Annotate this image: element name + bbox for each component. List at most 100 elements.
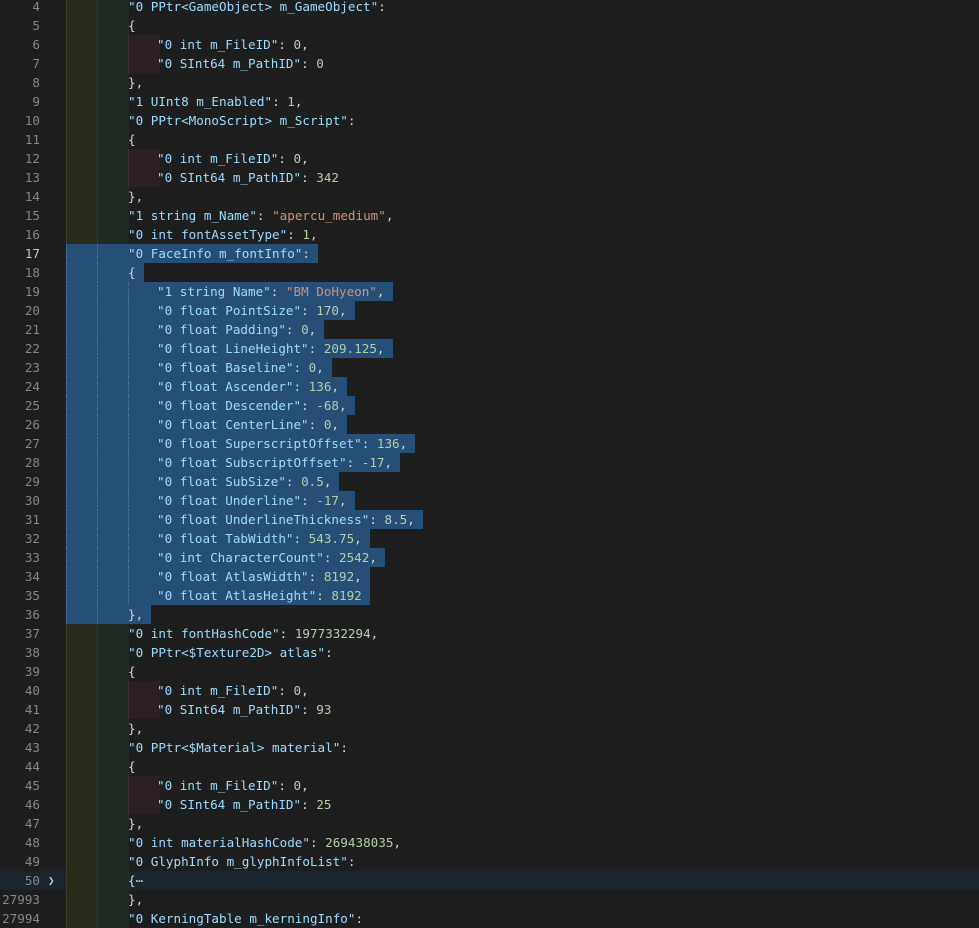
line-number[interactable]: 24 [0,377,40,396]
line-number[interactable]: 15 [0,206,40,225]
line-number[interactable]: 36 [0,605,40,624]
line-number[interactable]: 8 [0,73,40,92]
line-number[interactable]: 33 [0,548,40,567]
line-number[interactable]: 28 [0,453,40,472]
code-line[interactable]: 18 { [0,263,979,282]
line-number[interactable]: 16 [0,225,40,244]
code-line[interactable]: 7 "0 SInt64 m_PathID": 0 [0,54,979,73]
code-line[interactable]: 16 "0 int fontAssetType": 1, [0,225,979,244]
code-line[interactable]: 46 "0 SInt64 m_PathID": 25 [0,795,979,814]
code-line[interactable]: 49 "0 GlyphInfo m_glyphInfoList": [0,852,979,871]
code-line[interactable]: 6 "0 int m_FileID": 0, [0,35,979,54]
code-line[interactable]: 9 "1 UInt8 m_Enabled": 1, [0,92,979,111]
code-line[interactable]: 26 "0 float CenterLine": 0, [0,415,979,434]
code-line[interactable]: 29 "0 float SubSize": 0.5, [0,472,979,491]
line-number[interactable]: 17 [0,244,40,263]
code-line[interactable]: 35 "0 float AtlasHeight": 8192 [0,586,979,605]
line-number[interactable]: 38 [0,643,40,662]
code-line[interactable]: 27994 "0 KerningTable m_kerningInfo": [0,909,979,928]
line-number[interactable]: 34 [0,567,40,586]
code-line[interactable]: 23 "0 float Baseline": 0, [0,358,979,377]
code-line[interactable]: 50 ❯ {⋯ [0,871,979,890]
code-line[interactable]: 32 "0 float TabWidth": 543.75, [0,529,979,548]
code-line[interactable]: 14}, [0,187,979,206]
code-line[interactable]: 40 "0 int m_FileID": 0, [0,681,979,700]
code-line[interactable]: 45 "0 int m_FileID": 0, [0,776,979,795]
line-number[interactable]: 37 [0,624,40,643]
line-number[interactable]: 27 [0,434,40,453]
line-number[interactable]: 35 [0,586,40,605]
line-number[interactable]: 40 [0,681,40,700]
code-line[interactable]: 33 "0 int CharacterCount": 2542, [0,548,979,567]
line-number[interactable]: 9 [0,92,40,111]
line-number[interactable]: 6 [0,35,40,54]
code-line[interactable]: 42}, [0,719,979,738]
code-line[interactable]: 19 "1 string Name": "BM DoHyeon", [0,282,979,301]
folded-region-ellipsis[interactable]: ⋯ [136,873,144,888]
code-line[interactable]: 27 "0 float SuperscriptOffset": 136, [0,434,979,453]
code-line[interactable]: 24 "0 float Ascender": 136, [0,377,979,396]
code-line[interactable]: 38 "0 PPtr<$Texture2D> atlas": [0,643,979,662]
code-line[interactable]: 37 "0 int fontHashCode": 1977332294, [0,624,979,643]
line-number[interactable]: 31 [0,510,40,529]
line-number[interactable]: 45 [0,776,40,795]
line-number[interactable]: 42 [0,719,40,738]
line-number[interactable]: 4 [0,0,40,16]
code-line[interactable]: 34 "0 float AtlasWidth": 8192, [0,567,979,586]
line-number[interactable]: 43 [0,738,40,757]
line-number[interactable]: 27993 [0,890,40,909]
code-line[interactable]: 25 "0 float Descender": -68, [0,396,979,415]
line-number[interactable]: 32 [0,529,40,548]
line-number[interactable]: 22 [0,339,40,358]
code-line[interactable]: 11 { [0,130,979,149]
code-line[interactable]: 17 "0 FaceInfo m_fontInfo": [0,244,979,263]
line-number[interactable]: 46 [0,795,40,814]
line-number[interactable]: 26 [0,415,40,434]
line-number[interactable]: 14 [0,187,40,206]
line-number[interactable]: 13 [0,168,40,187]
line-number[interactable]: 12 [0,149,40,168]
code-line[interactable]: 48 "0 int materialHashCode": 269438035, [0,833,979,852]
code-line[interactable]: 13 "0 SInt64 m_PathID": 342 [0,168,979,187]
line-number[interactable]: 48 [0,833,40,852]
code-line[interactable]: 30 "0 float Underline": -17, [0,491,979,510]
code-line[interactable]: 47}, [0,814,979,833]
line-number[interactable]: 5 [0,16,40,35]
line-number[interactable]: 23 [0,358,40,377]
line-number[interactable]: 25 [0,396,40,415]
code-line[interactable]: 21 "0 float Padding": 0, [0,320,979,339]
code-line[interactable]: 22 "0 float LineHeight": 209.125, [0,339,979,358]
code-line[interactable]: 44 { [0,757,979,776]
line-number[interactable]: 39 [0,662,40,681]
line-number[interactable]: 29 [0,472,40,491]
code-line[interactable]: 36}, [0,605,979,624]
code-line[interactable]: 27993}, [0,890,979,909]
code-line[interactable]: 12 "0 int m_FileID": 0, [0,149,979,168]
code-line[interactable]: 4 "0 PPtr<GameObject> m_GameObject": [0,0,979,16]
line-number[interactable]: 44 [0,757,40,776]
line-number[interactable]: 49 [0,852,40,871]
code-line[interactable]: 15 "1 string m_Name": "apercu_medium", [0,206,979,225]
code-line[interactable]: 20 "0 float PointSize": 170, [0,301,979,320]
line-number[interactable]: 7 [0,54,40,73]
code-line[interactable]: 8}, [0,73,979,92]
line-number[interactable]: 27994 [0,909,40,928]
line-number[interactable]: 11 [0,130,40,149]
line-number[interactable]: 20 [0,301,40,320]
code-line[interactable]: 39 { [0,662,979,681]
code-line[interactable]: 43 "0 PPtr<$Material> material": [0,738,979,757]
code-line[interactable]: 10 "0 PPtr<MonoScript> m_Script": [0,111,979,130]
line-number[interactable]: 21 [0,320,40,339]
line-number[interactable]: 47 [0,814,40,833]
code-editor[interactable]: 4 "0 PPtr<GameObject> m_GameObject": 5{6 "0… [0,0,979,928]
code-line[interactable]: 31 "0 float UnderlineThickness": 8.5, [0,510,979,529]
code-line[interactable]: 41 "0 SInt64 m_PathID": 93 [0,700,979,719]
fold-chevron-right-icon[interactable]: ❯ [48,871,60,890]
line-number[interactable]: 10 [0,111,40,130]
code-line[interactable]: 5{ [0,16,979,35]
code-line[interactable]: 28 "0 float SubscriptOffset": -17, [0,453,979,472]
line-number[interactable]: 41 [0,700,40,719]
line-number[interactable]: 30 [0,491,40,510]
line-number[interactable]: 19 [0,282,40,301]
line-number[interactable]: 18 [0,263,40,282]
